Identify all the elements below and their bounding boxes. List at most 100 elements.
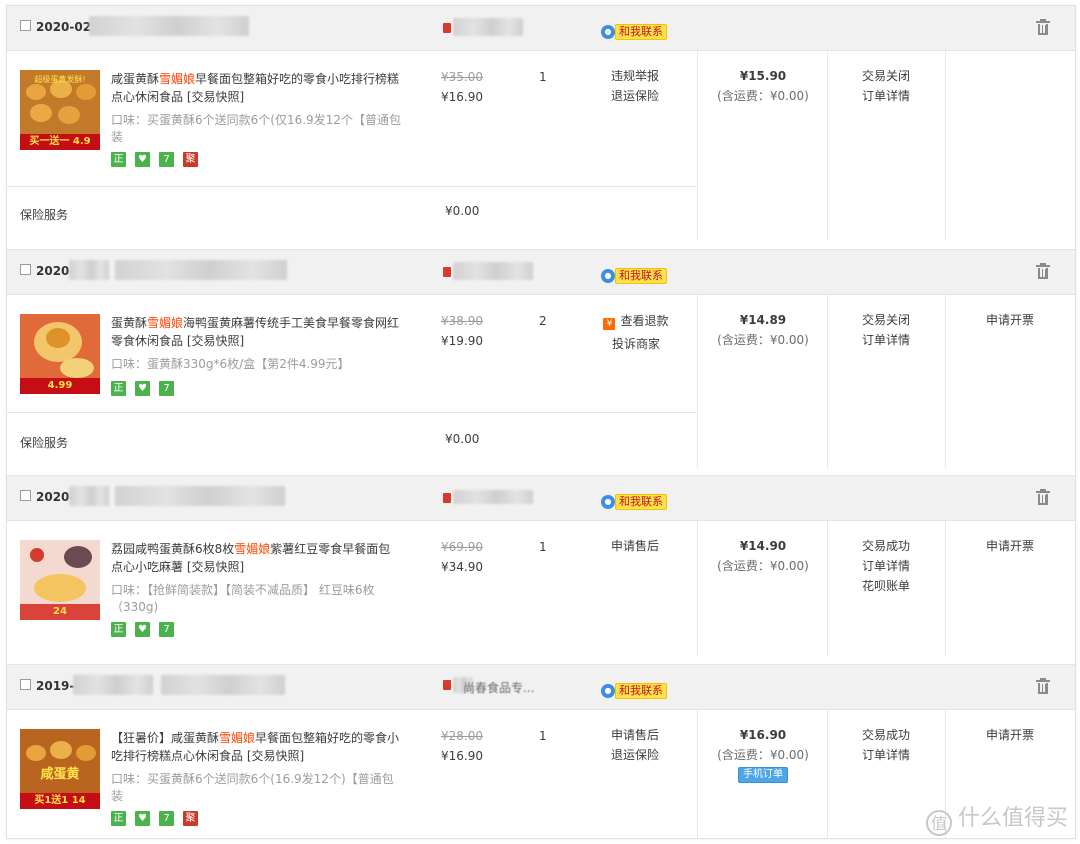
shop-name-blurred[interactable]	[453, 262, 533, 280]
wangwang-icon[interactable]: ●	[601, 495, 615, 509]
shipping-fee: (含运费：¥0.00)	[717, 333, 809, 347]
order-date: 2019-	[36, 679, 75, 693]
product-spec: 口味：买蛋黄酥6个送同款6个(16.9发12个)【普通包装	[111, 772, 394, 803]
report-violation-link[interactable]: 违规举报	[603, 66, 667, 86]
request-invoice-link[interactable]: 申请开票	[945, 536, 1075, 556]
item-operations: 申请售后 退运保险	[603, 725, 667, 765]
genuine-badge-icon[interactable]: 正	[111, 811, 126, 826]
quantity: 2	[539, 314, 547, 328]
wangwang-icon[interactable]: ●	[601, 684, 615, 698]
original-price: ¥38.90	[441, 314, 483, 328]
seven-day-return-icon[interactable]: 7	[159, 381, 174, 396]
seven-day-return-icon[interactable]: 7	[159, 622, 174, 637]
shield-badge-icon[interactable]: ♥	[135, 622, 150, 637]
order-number-blurred	[115, 486, 285, 506]
order-status: 交易关闭 订单详情	[827, 66, 945, 106]
request-invoice-link[interactable]: 申请开票	[945, 310, 1075, 330]
mobile-order-tag: 手机订单	[738, 767, 788, 783]
contact-seller-button[interactable]: 和我联系	[615, 494, 667, 510]
total-amount: ¥16.90	[739, 728, 787, 742]
order-checkbox[interactable]	[20, 490, 31, 501]
order-detail-link[interactable]: 订单详情	[827, 556, 945, 576]
thumbnail-caption: 买1送1 14	[20, 793, 100, 809]
shield-badge-icon[interactable]: ♥	[135, 152, 150, 167]
total-amount: ¥15.90	[739, 69, 787, 83]
juhuasuan-badge-icon[interactable]: 聚	[183, 811, 198, 826]
order-number-blurred	[69, 486, 109, 506]
order-total: ¥15.90 (含运费：¥0.00)	[699, 66, 827, 106]
genuine-badge-icon[interactable]: 正	[111, 381, 126, 396]
product-thumbnail[interactable]: 4.99	[20, 314, 100, 394]
shield-badge-icon[interactable]: ♥	[135, 811, 150, 826]
shop-name-blurred[interactable]	[453, 490, 533, 504]
delete-order-icon[interactable]	[1036, 489, 1050, 506]
smzdm-logo-icon: 值	[925, 810, 952, 836]
product-spec: 口味：【抢鲜简装款】【简装不减品质】 红豆味6枚（330g)	[111, 583, 375, 614]
seven-day-return-icon[interactable]: 7	[159, 152, 174, 167]
delete-order-icon[interactable]	[1036, 263, 1050, 280]
view-refund-link[interactable]: ¥ 查看退款	[596, 310, 676, 333]
shipping-fee: (含运费：¥0.00)	[717, 559, 809, 573]
complain-seller-link[interactable]: 投诉商家	[596, 333, 676, 356]
delete-order-icon[interactable]	[1036, 678, 1050, 695]
service-badges: 正 ♥ 7 聚	[111, 152, 207, 167]
service-badges: 正 ♥ 7	[111, 622, 183, 637]
genuine-badge-icon[interactable]: 正	[111, 622, 126, 637]
product-thumbnail[interactable]: 24	[20, 540, 100, 620]
after-sales-link[interactable]: 申请售后	[603, 725, 667, 745]
unit-price: ¥16.90	[441, 749, 483, 763]
order-checkbox[interactable]	[20, 264, 31, 275]
order-total: ¥14.89 (含运费：¥0.00)	[699, 310, 827, 350]
wangwang-icon[interactable]: ●	[601, 25, 615, 39]
shipping-fee: (含运费：¥0.00)	[717, 748, 809, 762]
shop-icon	[443, 267, 451, 277]
unit-price: ¥16.90	[441, 90, 483, 104]
shield-badge-icon[interactable]: ♥	[135, 381, 150, 396]
product-title[interactable]: 蛋黄酥雪媚娘海鸭蛋黄麻薯传统手工美食早餐零食网红零食休闲食品 [交易快照]	[111, 314, 401, 350]
service-badges: 正 ♥ 7 聚	[111, 811, 207, 826]
product-spec: 口味：买蛋黄酥6个送同款6个(仅16.9发12个【普通包装	[111, 113, 401, 144]
product-thumbnail[interactable]: 超级蛋黄发酥! 买一送一 4.9	[20, 70, 100, 150]
shop-name[interactable]: 尚春食品专...	[463, 679, 534, 696]
shop-name-blurred[interactable]	[453, 18, 523, 36]
genuine-badge-icon[interactable]: 正	[111, 152, 126, 167]
order-number-blurred	[161, 675, 285, 695]
thumbnail-banner-text: 咸蛋黄	[40, 767, 80, 782]
product-title[interactable]: 【狂暑价】咸蛋黄酥雪媚娘早餐面包整箱好吃的零食小吃排行榜糕点心休闲食品 [交易快…	[111, 729, 401, 765]
order-detail-link[interactable]: 订单详情	[827, 330, 945, 350]
after-sales-link[interactable]: 申请售后	[603, 536, 667, 556]
order-detail-link[interactable]: 订单详情	[827, 86, 945, 106]
refund-icon: ¥	[603, 318, 616, 330]
wangwang-icon[interactable]: ●	[601, 269, 615, 283]
delete-order-icon[interactable]	[1036, 19, 1050, 36]
product-spec: 口味：蛋黄酥330g*6枚/盒【第2件4.99元】	[111, 357, 350, 371]
order-status: 交易成功 订单详情 花呗账单	[827, 536, 945, 596]
thumbnail-caption: 4.99	[20, 378, 100, 394]
return-insurance-link[interactable]: 退运保险	[603, 86, 667, 106]
request-invoice-link[interactable]: 申请开票	[945, 725, 1075, 745]
quantity: 1	[539, 70, 547, 84]
insurance-label: 保险服务	[20, 436, 69, 450]
original-price: ¥35.00	[441, 70, 483, 84]
contact-seller-button[interactable]: 和我联系	[615, 24, 667, 40]
unit-price: ¥19.90	[441, 334, 483, 348]
seven-day-return-icon[interactable]: 7	[159, 811, 174, 826]
order-checkbox[interactable]	[20, 679, 31, 690]
order-checkbox[interactable]	[20, 20, 31, 31]
insurance-value: ¥0.00	[445, 432, 480, 446]
juhuasuan-badge-icon[interactable]: 聚	[183, 152, 198, 167]
product-title[interactable]: 咸蛋黄酥雪媚娘早餐面包整箱好吃的零食小吃排行榜糕点心休闲食品 [交易快照]	[111, 70, 401, 106]
service-badges: 正 ♥ 7	[111, 381, 183, 396]
contact-seller-button[interactable]: 和我联系	[615, 268, 667, 284]
product-title[interactable]: 荔园咸鸭蛋黄酥6枚8枚雪媚娘紫薯红豆零食早餐面包点心小吃麻薯 [交易快照]	[111, 540, 401, 576]
order-detail-link[interactable]: 订单详情	[827, 745, 945, 765]
return-insurance-link[interactable]: 退运保险	[603, 745, 667, 765]
site-watermark: 值什么值得买	[925, 800, 1068, 836]
huabei-bill-link[interactable]: 花呗账单	[827, 576, 945, 596]
shop-icon	[443, 680, 451, 690]
status-text: 交易成功	[861, 728, 910, 742]
product-thumbnail[interactable]: 咸蛋黄 买1送1 14	[20, 729, 100, 809]
insurance-value: ¥0.00	[445, 204, 480, 218]
contact-seller-button[interactable]: 和我联系	[615, 683, 667, 699]
order-card: 2020- ● 和我联系 4.99 蛋黄酥雪媚娘海鸭蛋黄麻薯传统手工美食早餐零食…	[7, 249, 1075, 468]
